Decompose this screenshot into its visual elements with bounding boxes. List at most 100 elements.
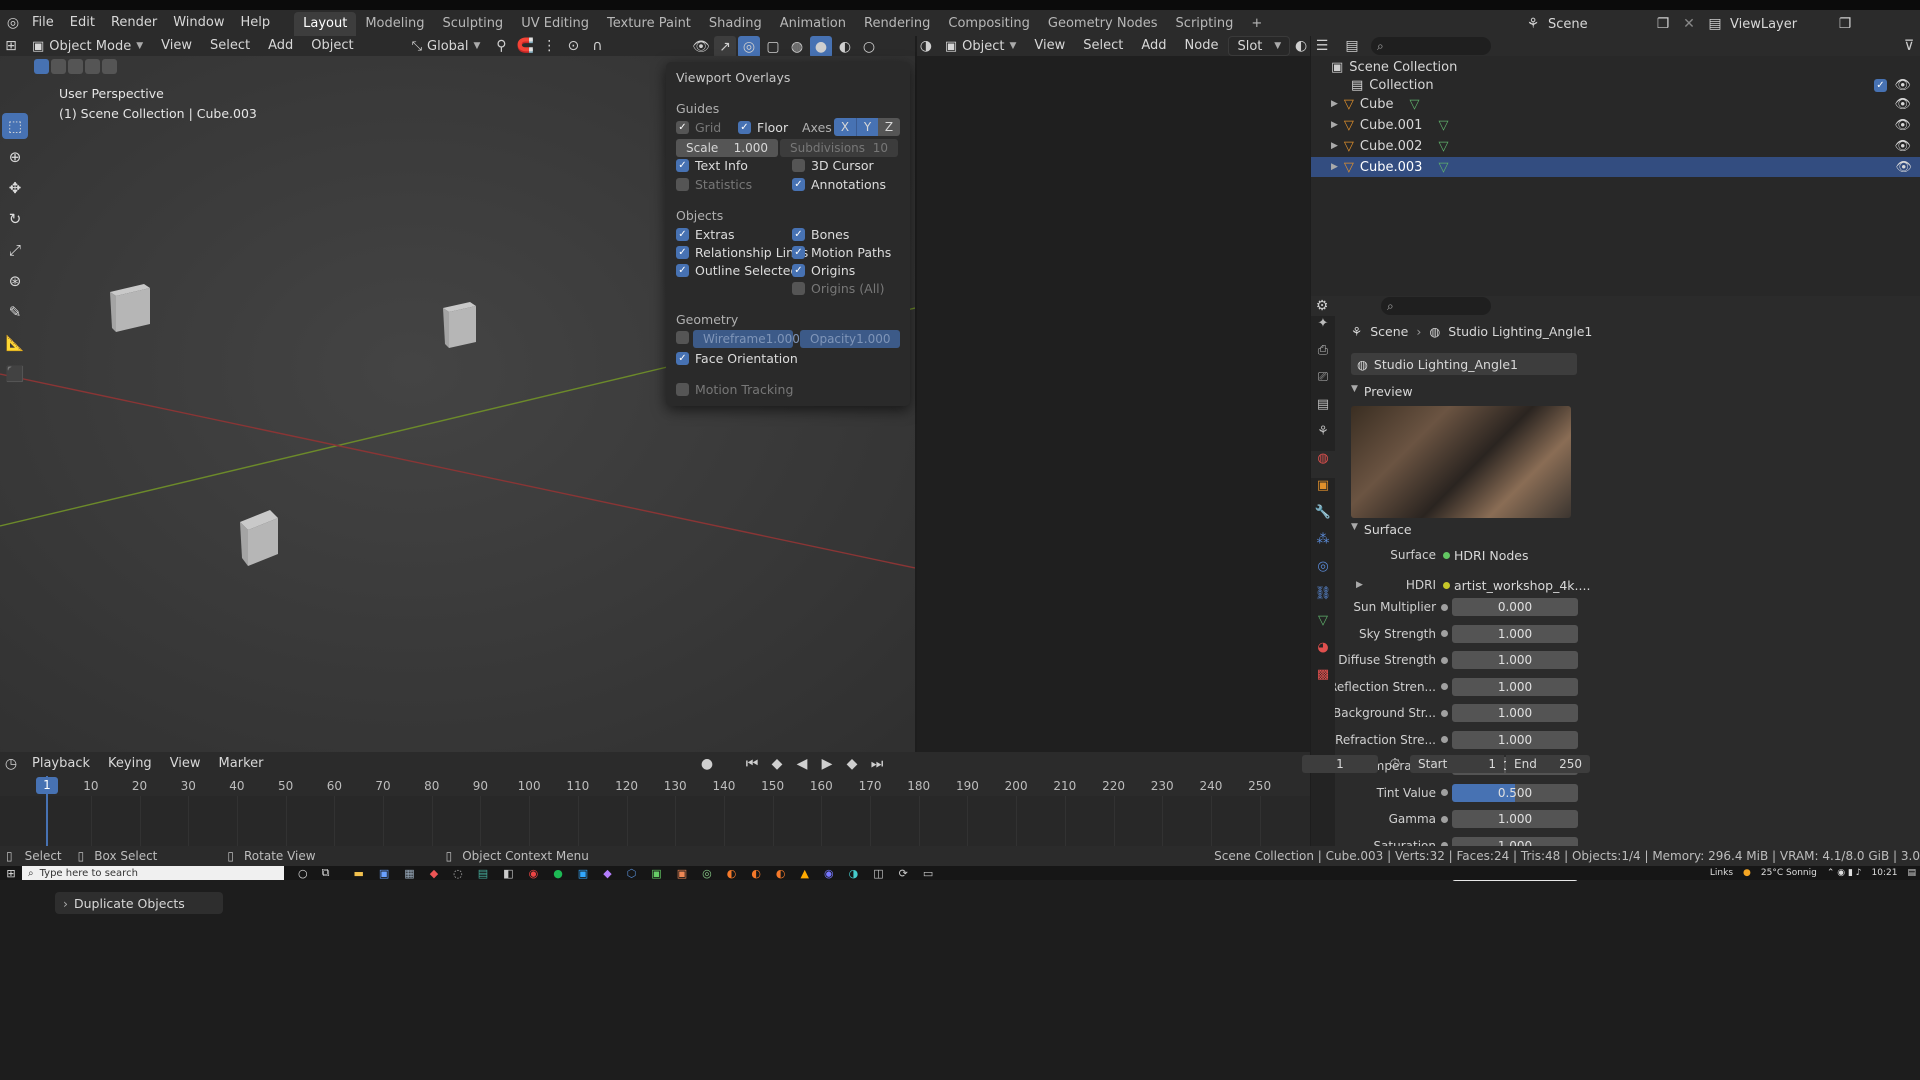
particles-tab-icon[interactable]: ⁂	[1311, 532, 1335, 559]
snap-icon[interactable]: 🧲	[514, 35, 536, 57]
timeline-menu-keying[interactable]: Keying	[100, 751, 160, 777]
relationship-lines-checkbox[interactable]: ✓ Relationship Lines	[676, 245, 808, 260]
preview-panel-header[interactable]: ▼ Preview	[1351, 384, 1413, 399]
outliner-row-cube-001[interactable]: ▶ ▽ Cube.001 ▽ 👁	[1331, 115, 1919, 135]
select-box-tool-icon[interactable]: ⬚	[2, 113, 28, 139]
prev-keyframe-icon[interactable]: ◆	[766, 753, 788, 775]
tab-rendering[interactable]: Rendering	[855, 12, 939, 36]
playhead-marker[interactable]: 1	[36, 777, 58, 794]
tool-tab-icon[interactable]: ✦	[1311, 316, 1335, 343]
tab-shading[interactable]: Shading	[700, 12, 771, 36]
surface-panel-header[interactable]: ▼ Surface	[1351, 522, 1412, 537]
cursor-tool-icon[interactable]: ⊕	[2, 144, 28, 170]
jump-end-icon[interactable]: ⏭	[866, 753, 888, 775]
visibility-eye-icon[interactable]: 👁	[1894, 139, 1911, 154]
scene-tab-icon[interactable]: ⚘	[1311, 424, 1335, 451]
property-value-field[interactable]: 1.000	[1452, 810, 1578, 828]
floor-checkbox[interactable]: ✓ Floor	[738, 120, 788, 135]
transform-tool-icon[interactable]: ⊛	[2, 268, 28, 294]
tab-animation[interactable]: Animation	[771, 12, 855, 36]
gizmo-icon[interactable]: ↗	[714, 36, 736, 58]
expand-icon[interactable]: ▶	[1356, 580, 1363, 590]
wireframe-checkbox[interactable]	[676, 331, 689, 344]
blender-logo-icon[interactable]: ◎	[2, 12, 24, 34]
property-value-field[interactable]: 1.000	[1452, 704, 1578, 722]
solid-shading-icon[interactable]: ●	[810, 36, 832, 58]
play-reverse-icon[interactable]: ◀	[791, 753, 813, 775]
data-tab-icon[interactable]: ▽	[1311, 613, 1335, 640]
falloff-icon[interactable]: ∩	[586, 35, 608, 57]
object-tab-icon[interactable]: ▣	[1311, 478, 1335, 505]
play-icon[interactable]: ▶	[816, 753, 838, 775]
app-icon[interactable]: ▭	[923, 867, 933, 880]
app-icon[interactable]: ◆	[603, 867, 611, 880]
world-tab-icon[interactable]: ◍	[1311, 451, 1335, 478]
output-tab-icon[interactable]: ⎚	[1311, 370, 1335, 397]
visibility-eye-icon[interactable]: 👁	[1894, 97, 1911, 112]
select-difference-icon[interactable]	[85, 59, 100, 74]
statistics-checkbox[interactable]: Statistics	[676, 177, 752, 192]
task-view-icon[interactable]: ⧉	[322, 866, 330, 880]
app-icon[interactable]: ▣	[651, 867, 661, 880]
axis-z-toggle[interactable]: Z	[878, 118, 900, 136]
exclude-checkbox-icon[interactable]: ✓	[1874, 78, 1887, 92]
jump-start-icon[interactable]: ⏮	[741, 753, 763, 775]
scale-field[interactable]: Scale 1.000	[676, 139, 778, 157]
measure-tool-icon[interactable]: 📐	[2, 330, 28, 356]
menu-file[interactable]: File	[24, 10, 62, 36]
blender-app-icon[interactable]: ◐	[776, 867, 786, 880]
expand-icon[interactable]: ▶	[1331, 141, 1338, 151]
outliner-search[interactable]: ⌕	[1371, 37, 1491, 55]
visibility-eye-icon[interactable]: 👁	[1894, 78, 1911, 93]
tab-sculpting[interactable]: Sculpting	[433, 12, 512, 36]
photoshop-app-icon[interactable]: ▣	[578, 867, 588, 880]
app-icon[interactable]: ▦	[404, 867, 414, 880]
filter-icon[interactable]: ⊽	[1898, 35, 1920, 57]
start-frame-field[interactable]: Start 1	[1410, 755, 1504, 773]
node-menu-node[interactable]: Node	[1177, 33, 1227, 59]
origins-all-checkbox[interactable]: Origins (All)	[792, 281, 885, 296]
next-keyframe-icon[interactable]: ◆	[841, 753, 863, 775]
3d-cursor-checkbox[interactable]: 3D Cursor	[792, 158, 874, 173]
modifier-tab-icon[interactable]: 🔧	[1311, 505, 1335, 532]
property-value-field[interactable]: 1.000	[1452, 651, 1578, 669]
opacity-field[interactable]: Opacity 1.000	[800, 330, 900, 348]
operator-redo-panel[interactable]: › Duplicate Objects	[55, 892, 223, 914]
notifications-icon[interactable]: ▤	[1907, 868, 1916, 878]
blender-app-icon[interactable]: ◐	[751, 867, 761, 880]
add-cube-tool-icon[interactable]: ⬛	[2, 361, 28, 387]
app-icon[interactable]: ◌	[453, 867, 463, 880]
rotate-tool-icon[interactable]: ↻	[2, 206, 28, 232]
new-viewlayer-icon[interactable]: ❐	[1834, 13, 1856, 35]
expand-icon[interactable]: ▶	[1331, 162, 1338, 172]
render-tab-icon[interactable]: ⎙	[1311, 343, 1335, 370]
node-editor[interactable]	[917, 56, 1310, 752]
select-extend-icon[interactable]	[51, 59, 66, 74]
outliner-editor-icon[interactable]: ☰	[1311, 35, 1333, 57]
view-layer-tab-icon[interactable]: ▤	[1311, 397, 1335, 424]
timeline-menu-marker[interactable]: Marker	[211, 751, 272, 777]
surface-value[interactable]: HDRI Nodes	[1454, 548, 1529, 563]
wireframe-shading-icon[interactable]: ◍	[786, 36, 808, 58]
property-value-field[interactable]: 1.000	[1452, 624, 1578, 643]
add-workspace-button[interactable]: +	[1242, 12, 1271, 36]
app-icon[interactable]: ◧	[503, 867, 513, 880]
app-icon[interactable]: ⟳	[899, 867, 908, 880]
bones-checkbox[interactable]: ✓ Bones	[792, 227, 849, 242]
motion-paths-checkbox[interactable]: ✓ Motion Paths	[792, 245, 891, 260]
property-value-field[interactable]: 1.000	[1452, 730, 1578, 749]
viewlayer-selector[interactable]: ViewLayer	[1730, 17, 1830, 32]
rendered-shading-icon[interactable]: ○	[858, 36, 880, 58]
property-value-field[interactable]: 1.000	[1452, 677, 1578, 696]
material-shading-icon[interactable]: ◐	[834, 36, 856, 58]
tray-icons[interactable]: ⌃ ◉ ▮ ♪	[1827, 868, 1862, 878]
face-orientation-checkbox[interactable]: ✓ Face Orientation	[676, 351, 798, 366]
expand-icon[interactable]: ▶	[1331, 99, 1338, 109]
blender-app-icon[interactable]: ◐	[727, 867, 737, 880]
expand-icon[interactable]: ▶	[1331, 120, 1338, 130]
duplicate-scene-icon[interactable]: ❐	[1652, 13, 1674, 35]
timeline-menu-view[interactable]: View	[162, 751, 209, 777]
proportional-edit-icon[interactable]: ⊙	[562, 35, 584, 57]
tab-modeling[interactable]: Modeling	[356, 12, 433, 36]
editor-type-icon[interactable]: ◷	[0, 753, 22, 775]
